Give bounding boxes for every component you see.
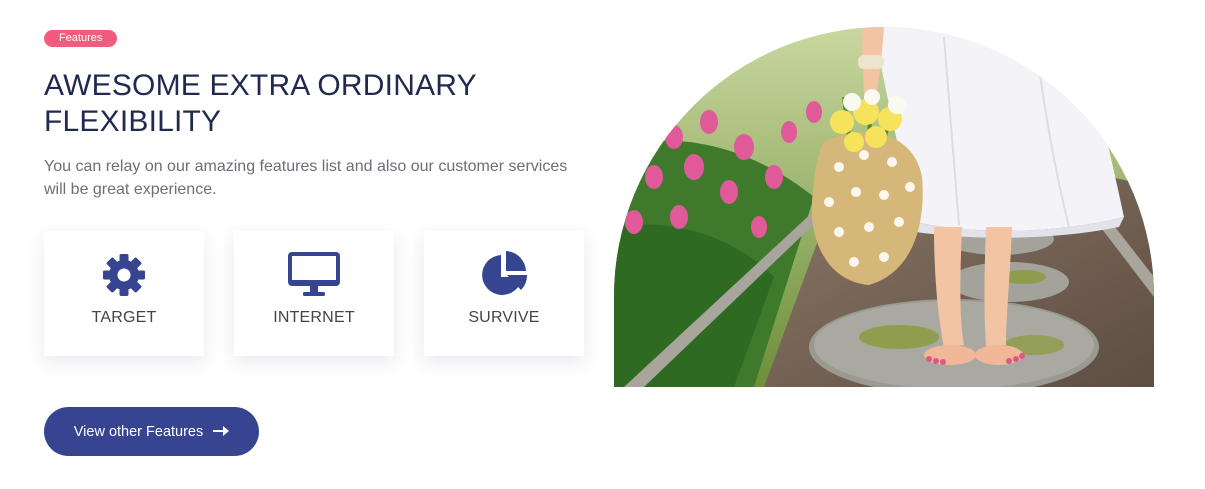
feature-label: SURVIVE <box>468 309 540 326</box>
pie-chart-icon <box>480 231 528 297</box>
cta-label: View other Features <box>73 423 204 440</box>
feature-label: INTERNET <box>273 309 355 326</box>
gear-icon <box>102 231 146 297</box>
feature-label: TARGET <box>91 309 157 326</box>
view-other-features-button[interactable]: View other Features <box>44 407 259 456</box>
hero-photo <box>614 27 1154 387</box>
features-section: Features AWESOME EXTRA ORDINARY FLEXIBIL… <box>0 0 1205 489</box>
feature-card-internet[interactable]: INTERNET <box>234 231 394 356</box>
feature-card-survive[interactable]: SURVIVE <box>424 231 584 356</box>
monitor-icon <box>287 231 341 297</box>
section-description: You can relay on our amazing features li… <box>44 158 568 198</box>
feature-card-target[interactable]: TARGET <box>44 231 204 356</box>
feature-cards: TARGET INTERNET SURVIVE <box>44 231 584 356</box>
arrow-right-icon <box>213 424 230 440</box>
section-title: AWESOME EXTRA ORDINARY FLEXIBILITY <box>44 69 477 138</box>
features-badge: Features <box>44 30 118 47</box>
